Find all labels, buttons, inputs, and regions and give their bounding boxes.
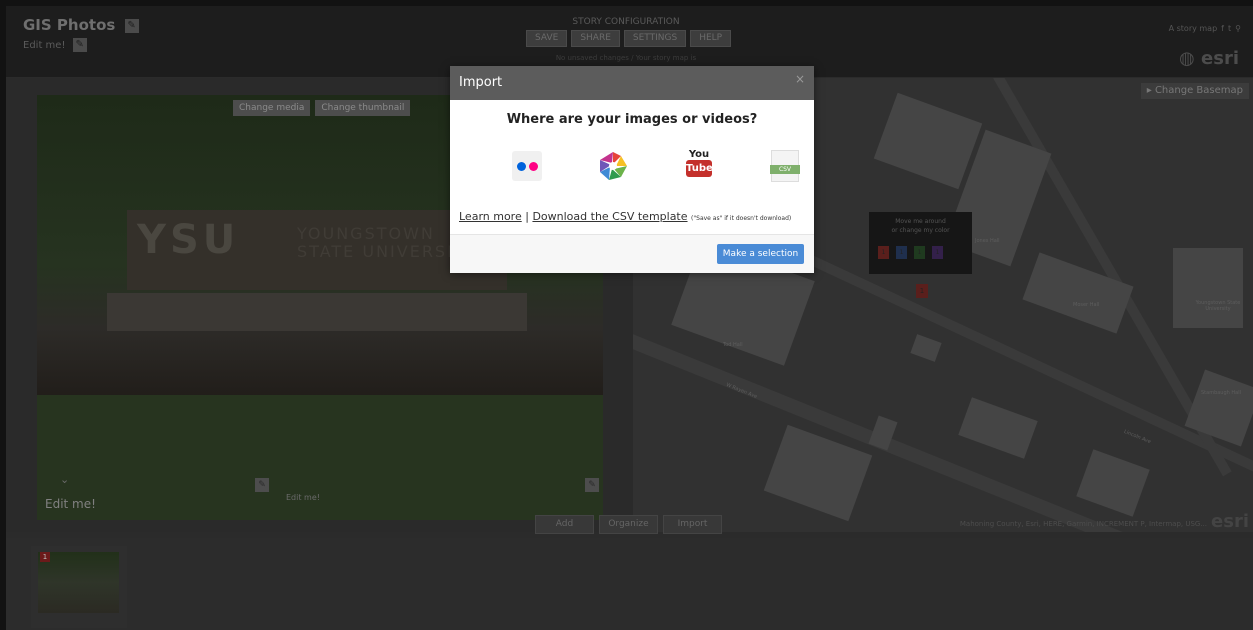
csv-option[interactable]: CSV — [742, 149, 828, 183]
story-map-label: A story map — [1168, 24, 1218, 33]
map-label: Jones Hall — [975, 238, 1000, 244]
save-status-note: No unsaved changes / Your story map is — [555, 54, 697, 62]
globe-icon: ◍ — [1179, 48, 1195, 69]
dialog-links: Learn more | Download the CSV template (… — [459, 210, 791, 223]
color-picker: 1 1 1 1 — [878, 246, 943, 259]
pencil-icon[interactable]: ✎ — [255, 478, 269, 492]
dialog-question: Where are your images or videos? — [506, 112, 758, 127]
change-basemap-label: Change Basemap — [1154, 85, 1243, 96]
map-building — [1022, 252, 1134, 334]
pencil-icon[interactable]: ✎ — [72, 38, 87, 52]
share-button[interactable]: SHARE — [571, 30, 620, 47]
tooltip-line: Move me around — [895, 218, 946, 225]
pencil-icon[interactable]: ✎ — [585, 478, 599, 492]
tooltip-text: Move me around or change my color — [869, 217, 972, 235]
esri-map-logo[interactable]: esri — [1211, 511, 1249, 532]
dialog-footer: Make a selection — [450, 234, 814, 273]
flickr-icon — [512, 151, 542, 181]
map-label: Moser Hall — [1073, 302, 1100, 308]
map-building — [958, 397, 1038, 459]
story-title-text: GIS Photos — [23, 16, 116, 34]
pencil-icon[interactable]: ✎ — [124, 18, 139, 33]
save-button[interactable]: SAVE — [526, 30, 568, 47]
flickr-option[interactable] — [484, 149, 570, 183]
csv-label: CSV — [770, 165, 800, 174]
source-options: You Tube CSV — [484, 149, 828, 183]
flickr-pink-dot — [528, 161, 538, 171]
learn-more-link[interactable]: Learn more — [459, 210, 522, 223]
change-thumbnail-button[interactable]: Change thumbnail — [315, 100, 411, 116]
map-attribution: Mahoning County, Esri, HERE, Garmin, INC… — [959, 520, 1207, 528]
photo-caption[interactable]: Edit me! — [45, 497, 96, 511]
add-button[interactable]: Add — [535, 515, 594, 534]
help-button[interactable]: HELP — [690, 30, 732, 47]
tooltip-line: or change my color — [891, 227, 950, 234]
map-marker[interactable]: 1 — [916, 284, 928, 298]
media-buttons: Change media Change thumbnail — [233, 100, 411, 116]
map-building — [910, 334, 942, 362]
blue-pin-option[interactable]: 1 — [896, 246, 907, 259]
story-title[interactable]: GIS Photos ✎ — [23, 16, 139, 34]
story-subtitle[interactable]: Edit me! ✎ — [23, 38, 87, 52]
close-icon[interactable]: × — [795, 72, 805, 86]
thumbnail-carousel: 1 — [6, 538, 1253, 630]
youtube-icon: You Tube — [684, 149, 714, 183]
link-separator: | — [525, 210, 529, 223]
map-building — [1173, 248, 1243, 328]
link-icon[interactable]: ⚲ — [1235, 24, 1241, 33]
map-label: Tod Hall — [723, 342, 743, 348]
map-label: Youngstown State University — [1195, 300, 1241, 312]
esri-logo-text: esri — [1201, 48, 1239, 69]
dialog-header: Import × — [450, 66, 814, 100]
youtube-you: You — [688, 149, 710, 160]
facebook-icon[interactable]: f — [1221, 24, 1224, 33]
csv-icon: CSV — [770, 150, 800, 182]
thumbnail-number: 1 — [40, 552, 50, 562]
youtube-option[interactable]: You Tube — [656, 149, 742, 183]
config-buttons: SAVE SHARE SETTINGS HELP — [526, 30, 732, 47]
esri-logo[interactable]: ◍ esri — [1179, 48, 1239, 69]
picasa-icon — [600, 152, 627, 180]
twitter-icon[interactable]: t — [1228, 24, 1231, 33]
map-building — [873, 92, 983, 190]
caret-right-icon: ▸ — [1146, 85, 1152, 96]
youtube-tube: Tube — [686, 160, 713, 177]
flickr-blue-dot — [516, 161, 526, 171]
change-basemap-button[interactable]: ▸ Change Basemap — [1140, 83, 1249, 99]
picasa-option[interactable] — [570, 149, 656, 183]
download-note: ("Save as" if it doesn't download) — [691, 215, 792, 222]
download-csv-link[interactable]: Download the CSV template — [532, 210, 687, 223]
sign-lettering: YSU — [137, 217, 240, 263]
grass-area — [37, 395, 603, 520]
purple-pin-option[interactable]: 1 — [932, 246, 943, 259]
action-buttons: Add Organize Import — [535, 515, 722, 534]
dialog-title: Import — [459, 75, 503, 90]
map-label: Lincoln Ave — [1122, 428, 1152, 446]
caption-edit-text[interactable]: Edit me! — [286, 493, 320, 502]
red-pin-option[interactable]: 1 — [878, 246, 889, 259]
settings-button[interactable]: SETTINGS — [623, 30, 687, 47]
story-subtitle-text: Edit me! — [23, 40, 66, 51]
sign-plinth — [107, 293, 527, 331]
organize-button[interactable]: Organize — [599, 515, 658, 534]
story-map-share: A story map f t ⚲ — [1169, 24, 1241, 33]
import-button[interactable]: Import — [663, 515, 722, 534]
map-building — [1076, 449, 1150, 517]
thumbnail-image[interactable] — [38, 552, 119, 613]
story-config-label: STORY CONFIGURATION — [572, 17, 680, 27]
chevron-down-icon[interactable]: ⌄ — [60, 473, 69, 486]
green-pin-option[interactable]: 1 — [914, 246, 925, 259]
marker-tooltip: Move me around or change my color 1 1 1 … — [869, 212, 972, 274]
import-dialog: Import × Where are your images or videos… — [450, 66, 814, 273]
make-selection-button[interactable]: Make a selection — [717, 244, 804, 264]
change-media-button[interactable]: Change media — [233, 100, 311, 116]
map-label: Stambaugh Hall — [1201, 390, 1242, 396]
